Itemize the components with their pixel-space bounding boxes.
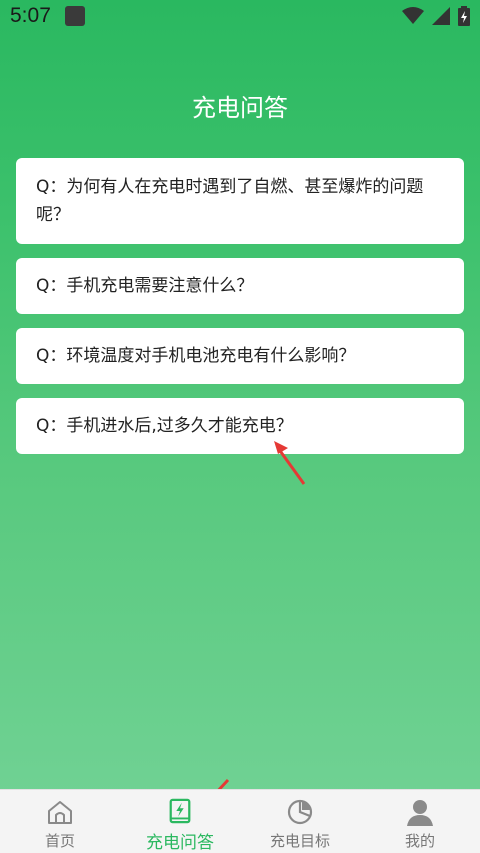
faq-item-3[interactable]: Q：环境温度对手机电池充电有什么影响？: [16, 328, 464, 384]
battery-icon: [458, 6, 470, 26]
tab-label: 充电问答: [146, 833, 214, 853]
notification-icon: [64, 6, 85, 26]
status-indicators: [402, 6, 470, 26]
status-time: 5:07: [10, 4, 51, 27]
signal-icon: [432, 7, 450, 25]
home-icon: [48, 801, 72, 824]
faq-item-text: Q：为何有人在充电时遇到了自燃、甚至爆炸的问题呢？: [36, 177, 424, 225]
status-bar: 5:07: [0, 0, 480, 32]
faq-item-text: Q：手机进水后,过多久才能充电？: [36, 416, 293, 436]
tab-mine[interactable]: 我的: [360, 790, 480, 853]
annotation-arrow-icon: [274, 441, 306, 485]
bottom-tab-bar: 首页 充电问答 充电目标 我的: [0, 789, 480, 853]
tab-charge-qa[interactable]: 充电问答: [120, 790, 240, 853]
faq-item-1[interactable]: Q：为何有人在充电时遇到了自燃、甚至爆炸的问题呢？: [16, 158, 464, 244]
tab-home[interactable]: 首页: [0, 790, 120, 853]
pie-chart-icon: [287, 799, 313, 825]
charge-book-icon: [169, 798, 191, 824]
wifi-icon: [402, 7, 424, 24]
tab-label: 首页: [44, 832, 75, 850]
faq-item-2[interactable]: Q：手机充电需要注意什么？: [16, 258, 464, 314]
tab-label: 充电目标: [269, 832, 330, 850]
user-icon: [407, 800, 433, 826]
tab-label: 我的: [404, 832, 435, 850]
faq-list: Q：为何有人在充电时遇到了自燃、甚至爆炸的问题呢？ Q：手机充电需要注意什么？ …: [16, 158, 464, 468]
tab-charge-goal[interactable]: 充电目标: [240, 790, 360, 853]
page-title: 充电问答: [192, 94, 288, 122]
faq-item-4[interactable]: Q：手机进水后,过多久才能充电？: [16, 398, 464, 454]
faq-item-text: Q：手机充电需要注意什么？: [36, 276, 254, 296]
faq-item-text: Q：环境温度对手机电池充电有什么影响？: [36, 346, 356, 366]
